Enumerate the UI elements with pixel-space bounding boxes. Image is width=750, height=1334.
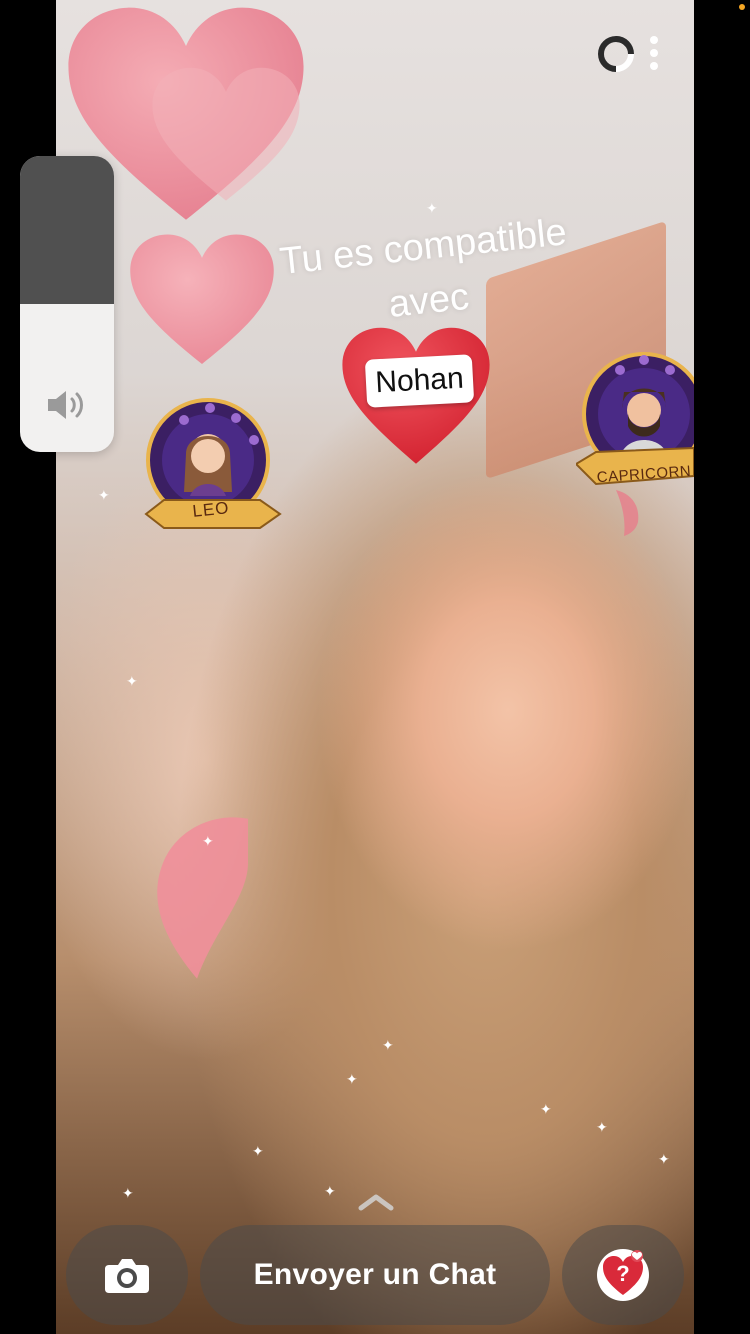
volume-slider-empty-track	[20, 156, 114, 304]
svg-text:?: ?	[616, 1261, 629, 1286]
camera-button[interactable]	[66, 1225, 188, 1325]
question-heart-icon: ?	[597, 1249, 649, 1301]
sparkle: ✦	[540, 1101, 552, 1117]
leo-zodiac-badge	[144, 398, 282, 529]
sparkle: ✦	[382, 1037, 394, 1053]
speaker-icon	[48, 391, 83, 419]
sparkle: ✦	[98, 487, 110, 503]
more-vertical-icon[interactable]	[644, 34, 664, 74]
sparkle: ✦	[346, 1071, 358, 1087]
pink-heart-bottom	[157, 817, 248, 979]
volume-slider[interactable]	[20, 156, 114, 452]
recording-indicator-dot	[739, 4, 745, 10]
sparkle: ✦	[596, 1119, 608, 1135]
timer-ring-icon[interactable]	[596, 34, 636, 74]
sparkle: ✦	[122, 1185, 134, 1201]
send-chat-button[interactable]: Envoyer un Chat	[200, 1225, 550, 1325]
send-chat-label: Envoyer un Chat	[253, 1258, 497, 1291]
snap-preview[interactable]: Tu es compatible avec Nohan LEO CAPRICOR…	[56, 0, 694, 1334]
pink-heart-faded	[152, 67, 300, 201]
chevron-up-icon[interactable]	[357, 1192, 395, 1212]
pink-heart-right-sliver	[616, 490, 639, 536]
sparkle: ✦	[252, 1143, 264, 1159]
sparkle: ✦	[658, 1151, 670, 1167]
lens-info-button[interactable]: ?	[562, 1225, 684, 1325]
sparkle: ✦	[324, 1183, 336, 1199]
sparkle: ✦	[126, 673, 138, 689]
sparkle: ✦	[426, 200, 438, 216]
match-name-tag: Nohan	[364, 354, 475, 408]
sparkle: ✦	[202, 833, 214, 849]
camera-icon	[105, 1259, 149, 1293]
